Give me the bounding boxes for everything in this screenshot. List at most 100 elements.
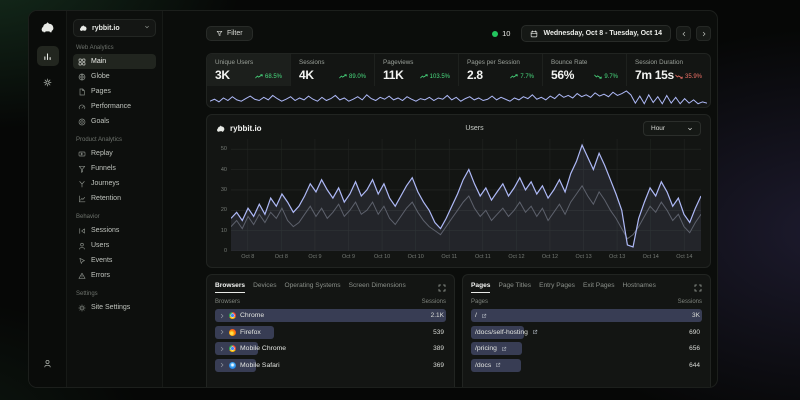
x-tick: Oct 8 — [231, 254, 265, 263]
date-range-picker[interactable]: Wednesday, Oct 8 - Tuesday, Oct 14 — [521, 25, 671, 42]
table-row-root[interactable]: / 3K — [471, 309, 702, 322]
table-row-pricing[interactable]: /pricing 656 — [471, 342, 702, 355]
sidebar-item-events[interactable]: Events — [73, 253, 156, 268]
overview-sparkline — [207, 86, 710, 107]
stat-card-pages-per-session[interactable]: Pages per Session 2.8 7.7% — [459, 54, 543, 86]
tab-pages[interactable]: Pages — [471, 282, 490, 293]
stat-label: Bounce Rate — [551, 59, 618, 66]
sidebar-item-label: Retention — [91, 195, 121, 202]
sidebar-item-funnels[interactable]: Funnels — [73, 161, 156, 176]
stat-label: Pageviews — [383, 59, 450, 66]
expand-button[interactable] — [438, 284, 446, 292]
tab-exit-pages[interactable]: Exit Pages — [583, 282, 615, 293]
external-link-icon[interactable] — [532, 329, 538, 335]
chevron-left-icon — [681, 31, 687, 37]
sidebar-item-replay[interactable]: Replay — [73, 146, 156, 161]
site-selector[interactable]: rybbit.io — [73, 19, 156, 37]
sidebar-item-site-settings[interactable]: Site Settings — [73, 300, 156, 315]
rybbit-logo-icon — [40, 20, 56, 34]
tab-operating-systems[interactable]: Operating Systems — [285, 282, 341, 293]
sidebar-item-pages[interactable]: Pages — [73, 84, 156, 99]
top-bar: Filter 10 Wednesday, Oct 8 - Tuesday, Oc… — [206, 23, 711, 44]
stat-card-sessions[interactable]: Sessions 4K 89.0% — [291, 54, 375, 86]
filter-button[interactable]: Filter — [206, 26, 253, 41]
users-line-chart[interactable] — [231, 139, 701, 251]
column-name: Browsers — [215, 299, 240, 305]
sidebar-item-globe[interactable]: Globe — [73, 69, 156, 84]
external-link-icon[interactable] — [481, 313, 487, 319]
stat-card-bounce-rate[interactable]: Bounce Rate 56% 9.7% — [543, 54, 627, 86]
x-tick: Oct 14 — [668, 254, 702, 263]
external-link-icon[interactable] — [501, 346, 507, 352]
journeys-icon — [78, 180, 86, 188]
desktop-background: rybbit.io Web Analytics Main Globe Pages… — [0, 0, 800, 400]
table-row-mobile-safari[interactable]: Mobile Safari 369 — [215, 359, 446, 372]
live-count: 10 — [502, 29, 510, 38]
grid-icon — [78, 58, 86, 66]
table-row-firefox[interactable]: Firefox 539 — [215, 326, 446, 339]
stat-label: Unique Users — [215, 59, 282, 66]
sidebar-item-main[interactable]: Main — [73, 54, 156, 69]
table-column-headers: Pages Sessions — [471, 299, 702, 305]
y-tick: 0 — [224, 248, 227, 254]
x-tick: Oct 12 — [533, 254, 567, 263]
x-tick: Oct 13 — [600, 254, 634, 263]
live-users[interactable]: 10 — [492, 29, 510, 38]
tab-hostnames[interactable]: Hostnames — [623, 282, 656, 293]
expand-icon — [438, 284, 446, 292]
table-row-docs[interactable]: /docs 644 — [471, 359, 702, 372]
tab-browsers[interactable]: Browsers — [215, 282, 245, 293]
stat-card-unique-users[interactable]: Unique Users 3K 68.5% — [207, 54, 291, 86]
row-label: / — [475, 312, 477, 319]
tab-devices[interactable]: Devices — [253, 282, 276, 293]
warning-icon — [78, 272, 86, 280]
chevron-right-icon[interactable] — [219, 346, 225, 352]
sidebar-item-label: Site Settings — [91, 304, 130, 311]
interval-select[interactable]: Hour — [643, 121, 701, 136]
calendar-icon — [530, 30, 538, 38]
account-rail-button[interactable] — [37, 353, 59, 373]
stats-overview: Unique Users 3K 68.5% Sessions 4K 89.0% … — [206, 53, 711, 108]
row-value: 369 — [433, 362, 446, 369]
tab-screen-dimensions[interactable]: Screen Dimensions — [349, 282, 406, 293]
row-label: Chrome — [240, 312, 264, 319]
sidebar-item-errors[interactable]: Errors — [73, 268, 156, 283]
stat-value: 3K — [215, 68, 230, 82]
tab-page-titles[interactable]: Page Titles — [498, 282, 531, 293]
chevron-right-icon[interactable] — [219, 313, 225, 319]
organization-rail-button[interactable] — [37, 72, 59, 92]
sidebar-item-sessions[interactable]: Sessions — [73, 223, 156, 238]
bar-chart-icon — [43, 52, 52, 61]
stat-change: 89.0% — [339, 74, 366, 80]
safari-icon — [229, 362, 236, 369]
stat-card-pageviews[interactable]: Pageviews 11K 103.5% — [375, 54, 459, 86]
analytics-rail-button[interactable] — [37, 46, 59, 66]
sidebar-item-performance[interactable]: Performance — [73, 99, 156, 114]
table-row-mobile-chrome[interactable]: Mobile Chrome 389 — [215, 342, 446, 355]
chevron-right-icon[interactable] — [219, 362, 225, 368]
sparkline-chart — [210, 87, 707, 105]
target-icon — [78, 118, 86, 126]
users-chart-panel: rybbit.io Users Hour 50 40 30 20 10 0 — [206, 114, 711, 268]
expand-button[interactable] — [694, 284, 702, 292]
row-value: 539 — [433, 329, 446, 336]
tab-entry-pages[interactable]: Entry Pages — [539, 282, 575, 293]
stat-card-session-duration[interactable]: Session Duration 7m 15s 35.9% — [627, 54, 710, 86]
section-label-behavior: Behavior — [76, 214, 153, 220]
filter-icon — [216, 30, 223, 37]
sidebar-item-label: Goals — [91, 118, 109, 125]
globe-icon — [78, 73, 86, 81]
sidebar-item-journeys[interactable]: Journeys — [73, 176, 156, 191]
table-row-chrome[interactable]: Chrome 2.1K — [215, 309, 446, 322]
interval-value: Hour — [651, 125, 665, 132]
external-link-icon[interactable] — [495, 362, 501, 368]
next-period-button[interactable] — [696, 26, 711, 41]
sidebar-item-goals[interactable]: Goals — [73, 114, 156, 129]
table-row-docs-self-hosting[interactable]: /docs/self-hosting 690 — [471, 326, 702, 339]
trend-down-icon — [675, 74, 683, 79]
chrome-icon — [229, 312, 236, 319]
sidebar-item-users[interactable]: Users — [73, 238, 156, 253]
sidebar-item-retention[interactable]: Retention — [73, 191, 156, 206]
prev-period-button[interactable] — [676, 26, 691, 41]
chevron-right-icon[interactable] — [219, 329, 225, 335]
